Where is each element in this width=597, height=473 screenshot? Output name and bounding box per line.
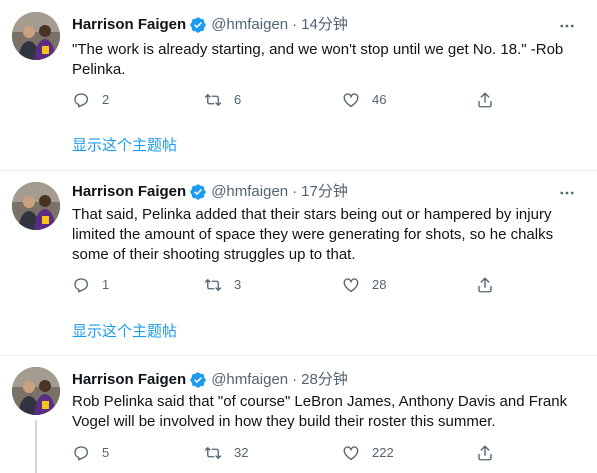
show-thread-link[interactable]: 显示这个主题帖 (72, 322, 177, 342)
verified-badge-icon (189, 183, 207, 201)
retweet-icon (204, 444, 222, 462)
share-button[interactable] (476, 275, 494, 295)
tweet-1[interactable]: Harrison Faigen @hmfaigen · 14分钟 "The wo… (0, 0, 597, 172)
tweet-actions: 5 32 222 (72, 443, 502, 463)
like-button[interactable]: 28 (342, 275, 386, 295)
like-count: 222 (372, 445, 394, 460)
retweet-count: 6 (234, 92, 242, 107)
reply-count: 5 (102, 445, 110, 460)
separator-dot: · (292, 16, 298, 33)
reply-button[interactable]: 1 (72, 275, 109, 295)
heart-icon (342, 91, 360, 109)
tweet-2[interactable]: Harrison Faigen @hmfaigen · 17分钟 That sa… (0, 171, 597, 355)
tweet-actions: 1 3 28 (72, 275, 502, 295)
author-handle[interactable]: @hmfaigen (211, 182, 288, 202)
retweet-button[interactable]: 32 (204, 443, 248, 463)
author-name[interactable]: Harrison Faigen (72, 370, 186, 390)
retweet-button[interactable]: 3 (204, 275, 241, 295)
separator-dot: · (292, 183, 298, 200)
retweet-count: 3 (234, 277, 242, 292)
tweet-actions: 2 6 46 (72, 90, 502, 110)
retweet-icon (204, 276, 222, 294)
retweet-button[interactable]: 6 (204, 90, 241, 110)
share-icon (476, 91, 494, 109)
reply-count: 2 (102, 92, 110, 107)
verified-badge-icon (189, 16, 207, 34)
reply-count: 1 (102, 277, 110, 292)
heart-icon (342, 444, 360, 462)
retweet-icon (204, 91, 222, 109)
tweet-3[interactable]: Harrison Faigen @hmfaigen · 28分钟 Rob Pel… (0, 356, 597, 473)
share-icon (476, 444, 494, 462)
reply-icon (72, 91, 90, 109)
verified-badge-icon (189, 371, 207, 389)
avatar[interactable] (12, 182, 60, 230)
heart-icon (342, 276, 360, 294)
author-handle[interactable]: @hmfaigen (211, 15, 288, 35)
share-button[interactable] (476, 90, 494, 110)
share-icon (476, 276, 494, 294)
thread-connector (35, 420, 37, 473)
like-button[interactable]: 222 (342, 443, 394, 463)
like-button[interactable]: 46 (342, 90, 386, 110)
reply-button[interactable]: 5 (72, 443, 109, 463)
reply-icon (72, 444, 90, 462)
like-count: 46 (372, 92, 387, 107)
like-count: 28 (372, 277, 387, 292)
share-button[interactable] (476, 443, 494, 463)
author-name[interactable]: Harrison Faigen (72, 15, 186, 35)
avatar[interactable] (12, 12, 60, 60)
author-handle[interactable]: @hmfaigen (211, 370, 288, 390)
tweet-header: Harrison Faigen @hmfaigen · 14分钟 (72, 15, 348, 35)
show-thread-link[interactable]: 显示这个主题帖 (72, 136, 177, 156)
tweet-text: Rob Pelinka said that "of course" LeBron… (72, 393, 572, 430)
retweet-count: 32 (234, 445, 249, 460)
reply-button[interactable]: 2 (72, 90, 109, 110)
avatar[interactable] (12, 367, 60, 415)
tweet-text: "The work is already starting, and we wo… (72, 41, 568, 78)
separator-dot: · (292, 371, 298, 388)
timestamp[interactable]: 17分钟 (301, 182, 348, 202)
tweet-header: Harrison Faigen @hmfaigen · 17分钟 (72, 182, 348, 202)
more-icon[interactable] (557, 16, 577, 36)
tweet-header: Harrison Faigen @hmfaigen · 28分钟 (72, 370, 348, 390)
timestamp[interactable]: 14分钟 (301, 15, 348, 35)
author-name[interactable]: Harrison Faigen (72, 182, 186, 202)
reply-icon (72, 276, 90, 294)
timestamp[interactable]: 28分钟 (301, 370, 348, 390)
tweet-text: That said, Pelinka added that their star… (72, 206, 558, 263)
more-icon[interactable] (557, 183, 577, 203)
